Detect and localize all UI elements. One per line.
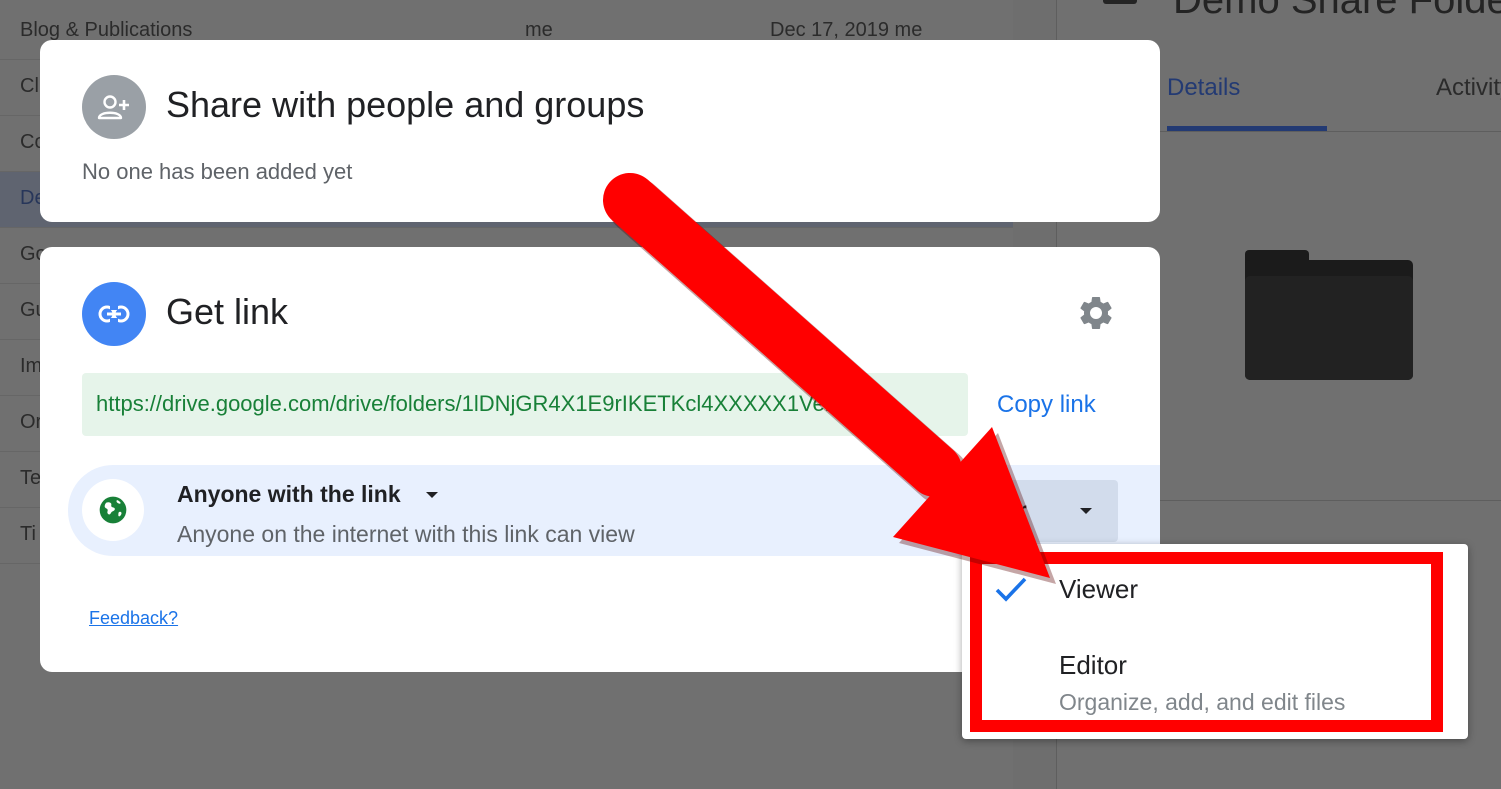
file-owner: me xyxy=(525,19,553,41)
get-link-title: Get link xyxy=(166,291,289,332)
copy-link-button[interactable]: Copy link xyxy=(997,391,1096,419)
file-name: Te xyxy=(20,467,42,489)
chevron-down-icon xyxy=(1080,508,1092,514)
role-dropdown-button[interactable]: Viewer xyxy=(981,480,1118,542)
gear-icon[interactable] xyxy=(1076,293,1116,333)
globe-icon xyxy=(82,479,144,541)
access-description: Anyone on the internet with this link ca… xyxy=(177,521,635,547)
share-url-field[interactable]: https://drive.google.com/drive/folders/1… xyxy=(82,373,968,436)
file-name: Im xyxy=(20,355,43,377)
feedback-link[interactable]: Feedback? xyxy=(89,608,178,629)
share-people-card: Share with people and groups No one has … xyxy=(40,40,1160,222)
panel-title: Demo Share Folder xyxy=(1173,0,1501,22)
tab-activity: Activity xyxy=(1436,74,1501,101)
share-url-text: https://drive.google.com/drive/folders/1… xyxy=(96,391,850,416)
file-name: Cl xyxy=(20,75,39,97)
person-add-icon[interactable] xyxy=(82,75,146,139)
file-name: Blog & Publications xyxy=(20,19,193,41)
folder-preview-icon xyxy=(1245,250,1413,380)
role-dropdown-label: Viewer xyxy=(981,497,1027,523)
chevron-down-icon[interactable] xyxy=(426,492,438,498)
tab-details: Details xyxy=(1167,74,1241,101)
share-card-title: Share with people and groups xyxy=(166,84,645,125)
folder-icon xyxy=(1103,0,1137,4)
access-scope-dropdown[interactable]: Anyone with the link xyxy=(177,481,401,508)
file-name: Or xyxy=(20,411,43,433)
general-access-row: Anyone with the link Anyone on the inter… xyxy=(68,465,1160,556)
share-card-subtitle: No one has been added yet xyxy=(82,159,353,184)
file-name: Ti xyxy=(20,523,36,545)
active-tab-indicator xyxy=(1167,126,1327,131)
file-modified: Dec 17, 2019 me xyxy=(770,19,923,41)
annotation-highlight-box xyxy=(970,552,1443,732)
link-icon xyxy=(82,282,146,346)
